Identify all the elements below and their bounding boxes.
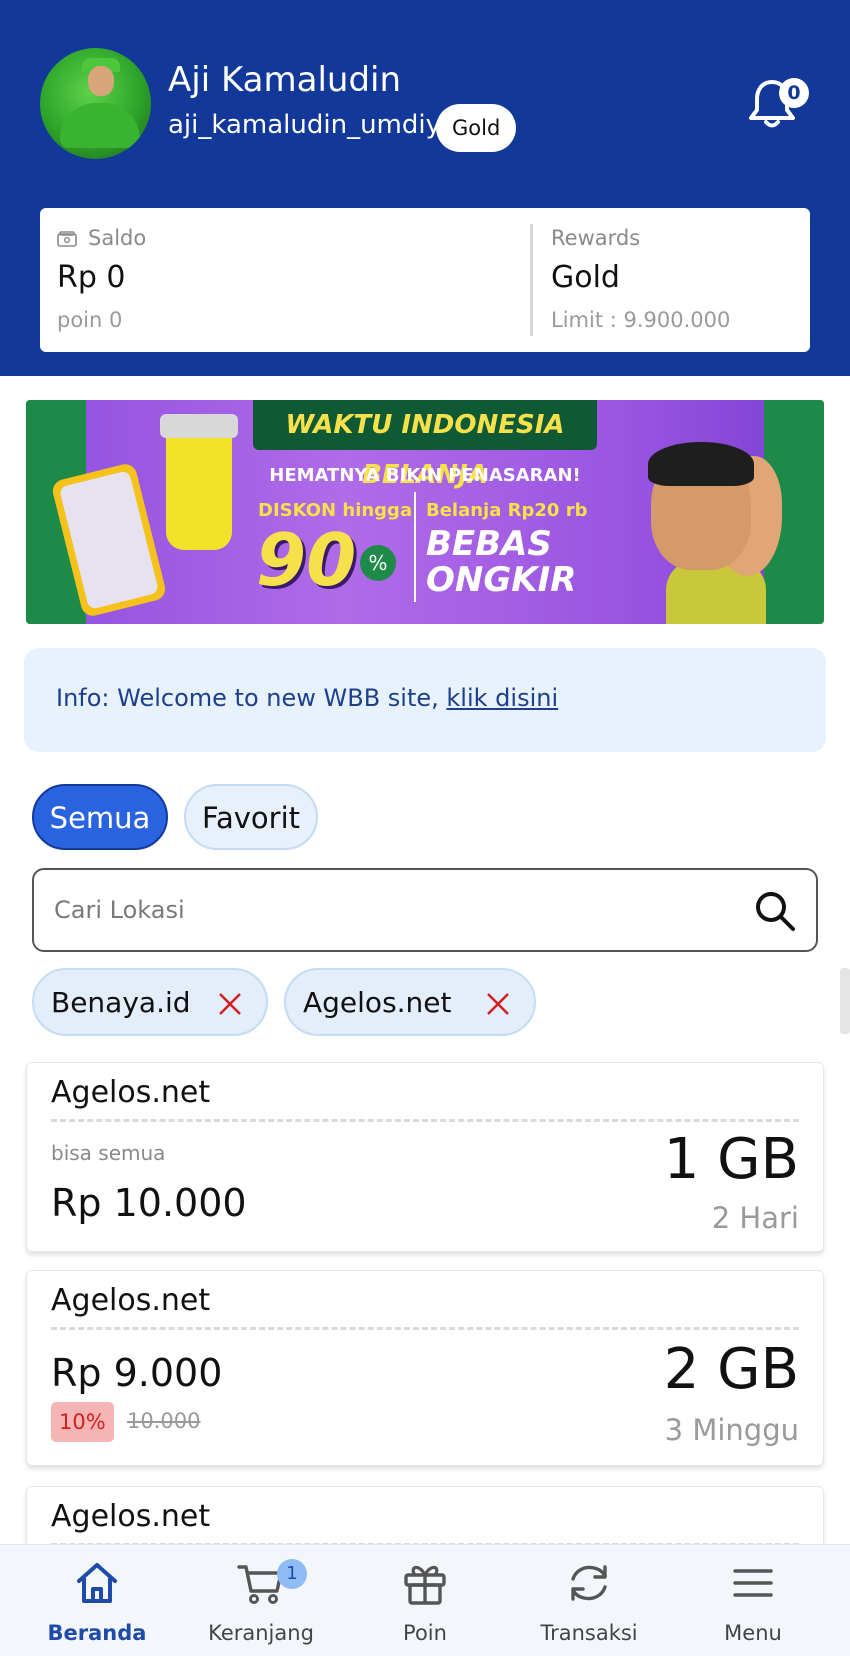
filter-chip-label: Benaya.id bbox=[51, 986, 191, 1019]
info-message: Info: Welcome to new WBB site, bbox=[56, 684, 447, 712]
user-name: Aji Kamaludin bbox=[168, 60, 402, 100]
saldo-label: Saldo bbox=[88, 226, 147, 250]
info-box: Info: Welcome to new WBB site, klik disi… bbox=[24, 648, 826, 752]
close-icon[interactable] bbox=[216, 990, 244, 1018]
close-icon[interactable] bbox=[484, 990, 512, 1018]
tumbler-image bbox=[166, 420, 232, 550]
banner-percent: % bbox=[360, 545, 396, 581]
banner-shipping: BEBAS ONGKIR bbox=[426, 524, 577, 600]
product-title: Agelos.net bbox=[51, 1283, 211, 1318]
divider bbox=[530, 224, 533, 336]
profile-header: Aji Kamaludin aji_kamaludin_umdiy Gold 0… bbox=[0, 0, 850, 376]
tab-semua[interactable]: Semua bbox=[32, 784, 168, 850]
nav-label: Transaksi bbox=[540, 1621, 638, 1645]
product-card[interactable]: Agelos.net bisa semua Rp 10.000 1 GB 2 H… bbox=[26, 1062, 824, 1252]
product-duration: 2 Hari bbox=[711, 1201, 799, 1235]
filter-chip-agelos[interactable]: Agelos.net bbox=[284, 968, 536, 1036]
product-title: Agelos.net bbox=[51, 1075, 211, 1110]
nav-label: Poin bbox=[403, 1621, 447, 1645]
product-size: 2 GB bbox=[663, 1337, 799, 1402]
cart-count-badge: 1 bbox=[277, 1559, 307, 1589]
search-box bbox=[32, 868, 818, 952]
bottom-nav: Beranda 1 Keranjang Poin Transaksi Menu bbox=[0, 1544, 850, 1656]
rewards-label: Rewards bbox=[551, 226, 641, 250]
product-title: Agelos.net bbox=[51, 1499, 211, 1534]
limit-value: Limit : 9.900.000 bbox=[551, 308, 731, 332]
product-desc: bisa semua bbox=[51, 1141, 166, 1165]
info-link[interactable]: klik disini bbox=[446, 684, 558, 712]
scrollbar[interactable] bbox=[840, 968, 850, 1034]
nav-label: Keranjang bbox=[208, 1621, 314, 1645]
banner-discount-value: 90 bbox=[256, 518, 357, 602]
avatar[interactable] bbox=[40, 48, 151, 159]
gift-icon bbox=[404, 1565, 446, 1605]
tier-badge: Gold bbox=[436, 104, 517, 152]
menu-icon bbox=[733, 1569, 773, 1597]
divider bbox=[51, 1327, 799, 1330]
product-size: 1 GB bbox=[663, 1127, 799, 1192]
poin-value: poin 0 bbox=[57, 308, 123, 332]
original-price: 10.000 bbox=[127, 1409, 201, 1433]
banner-title: WAKTU INDONESIA BELANJA bbox=[253, 400, 597, 490]
nav-item-poin[interactable]: Poin bbox=[343, 1545, 507, 1656]
saldo-value: Rp 0 bbox=[57, 260, 126, 295]
search-icon[interactable] bbox=[752, 888, 798, 934]
product-duration: 3 Minggu bbox=[664, 1413, 799, 1447]
product-price: Rp 10.000 bbox=[51, 1181, 247, 1225]
divider bbox=[51, 1119, 799, 1122]
filter-chip-benaya[interactable]: Benaya.id bbox=[32, 968, 268, 1036]
nav-item-transaksi[interactable]: Transaksi bbox=[507, 1545, 671, 1656]
info-text: Info: Welcome to new WBB site, klik disi… bbox=[56, 684, 558, 712]
balance-card: Saldo Rp 0 poin 0 Rewards Gold Limit : 9… bbox=[40, 208, 810, 352]
refresh-icon bbox=[571, 1565, 607, 1601]
nav-item-keranjang[interactable]: 1 Keranjang bbox=[179, 1545, 343, 1656]
filter-chip-label: Agelos.net bbox=[303, 986, 452, 1019]
wallet-icon bbox=[57, 231, 77, 247]
nav-item-beranda[interactable]: Beranda bbox=[15, 1545, 179, 1656]
notification-count: 0 bbox=[779, 78, 809, 108]
home-icon bbox=[77, 1563, 117, 1603]
discount-badge: 10% bbox=[51, 1402, 114, 1442]
product-price: Rp 9.000 bbox=[51, 1351, 223, 1395]
banner-tagline: HEMATNYA BIKIN PENASARAN! bbox=[269, 465, 581, 486]
promo-banner[interactable]: WAKTU INDONESIA BELANJA HEMATNYA BIKIN P… bbox=[26, 400, 824, 624]
nav-label: Menu bbox=[724, 1621, 782, 1645]
username: aji_kamaludin_umdiy bbox=[168, 110, 441, 140]
banner-shop-label: Belanja Rp20 rb bbox=[426, 500, 588, 521]
tab-favorit[interactable]: Favorit bbox=[184, 784, 318, 850]
product-card[interactable]: Agelos.net Rp 9.000 10% 10.000 2 GB 3 Mi… bbox=[26, 1270, 824, 1466]
search-input[interactable] bbox=[54, 884, 734, 936]
rewards-value: Gold bbox=[551, 260, 620, 295]
nav-label: Beranda bbox=[47, 1621, 147, 1645]
nav-item-menu[interactable]: Menu bbox=[671, 1545, 835, 1656]
